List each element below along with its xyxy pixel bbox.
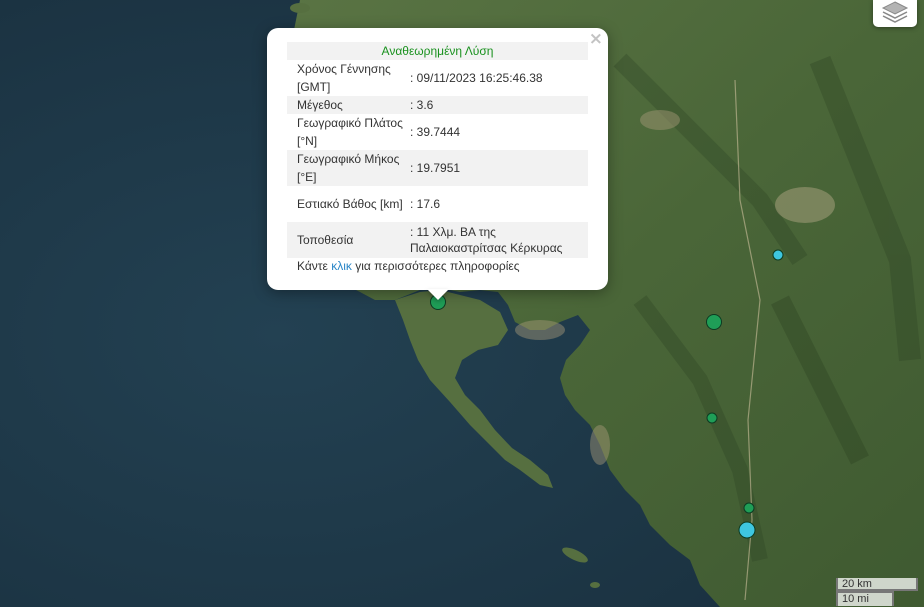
popup-title: Αναθεωρημένη Λύση	[287, 42, 588, 60]
magnitude-value: : 3.6	[409, 96, 588, 114]
longitude-value: : 19.7951	[409, 150, 588, 186]
origin-time-value: : 09/11/2023 16:25:46.38	[410, 71, 543, 85]
earthquake-marker[interactable]	[706, 412, 718, 424]
antipaxos-island	[590, 582, 600, 588]
close-icon[interactable]: ×	[589, 31, 603, 48]
more-info-text: Κάντε κλικ για περισσότερες πληροφορίες	[297, 259, 520, 273]
longitude-label: Γεωγραφικό Μήκος [°E]	[287, 150, 409, 186]
earthquake-marker[interactable]	[706, 314, 722, 330]
depth-value: : 17.6	[410, 197, 441, 211]
latitude-label: Γεωγραφικό Πλάτος [°N]	[297, 116, 403, 148]
location-value: : 11 Χλμ. ΒΑ της Παλαιοκαστρίτσας Κέρκυρ…	[409, 222, 588, 258]
islet	[290, 3, 310, 13]
magnitude-label: Μέγεθος	[287, 96, 409, 114]
layers-control[interactable]	[873, 0, 917, 27]
scale-km: 20 km	[836, 578, 918, 591]
earthquake-details-table: Αναθεωρημένη Λύση Χρόνος Γέννησης [GMT]:…	[287, 42, 588, 258]
more-info-prefix: Κάντε	[297, 259, 332, 273]
more-info-link[interactable]: κλικ	[331, 259, 352, 273]
scale-mi: 10 mi	[836, 591, 894, 606]
popup-tip	[427, 289, 449, 300]
earthquake-marker[interactable]	[738, 521, 756, 539]
latitude-value: : 39.7444	[410, 125, 461, 139]
depth-label: Εστιακό Βάθος [km]	[297, 197, 403, 211]
scale-control: 20 km 10 mi	[836, 578, 918, 606]
earthquake-marker[interactable]	[772, 249, 784, 261]
location-label: Τοποθεσία	[287, 222, 409, 258]
layers-icon	[881, 1, 909, 23]
earthquake-popup: × Αναθεωρημένη Λύση Χρόνος Γέννησης [GMT…	[267, 28, 608, 290]
more-info-suffix: για περισσότερες πληροφορίες	[351, 259, 520, 273]
earthquake-marker[interactable]	[743, 502, 755, 514]
origin-time-label: Χρόνος Γέννησης [GMT]	[297, 62, 391, 94]
